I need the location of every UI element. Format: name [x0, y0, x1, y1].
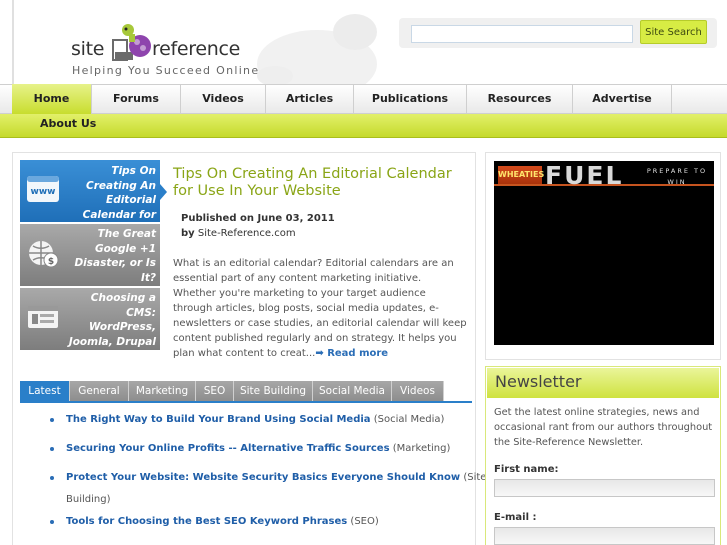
tagline: Helping You Succeed Online	[72, 64, 260, 77]
tab-underline	[20, 401, 472, 403]
ad-tagline-2: WIN	[667, 178, 687, 186]
nav-item-resources[interactable]: Resources	[467, 84, 573, 114]
by-prefix: by	[181, 228, 195, 239]
tab-site-building[interactable]: Site Building	[234, 381, 313, 402]
article-category: Building)	[66, 494, 111, 505]
list-item: Protect Your Website: Website Security B…	[50, 467, 486, 489]
article-link[interactable]: Tools for Choosing the Best SEO Keyword …	[66, 516, 347, 527]
logo-text-site[interactable]: site	[71, 38, 104, 60]
article-title-link[interactable]: Tips On Creating An Editorial Calendar f…	[173, 166, 463, 200]
nav-item-home[interactable]: Home	[12, 84, 92, 114]
header-divider	[12, 0, 14, 84]
article-excerpt-text: What is an editorial calendar? Editorial…	[173, 258, 467, 359]
tab-seo[interactable]: SEO	[196, 381, 234, 402]
article-author: Site-Reference.com	[197, 228, 296, 239]
bullet-icon	[50, 476, 54, 480]
list-item: Tools for Choosing the Best SEO Keyword …	[50, 511, 379, 533]
www-icon: www	[27, 176, 59, 202]
bullet-icon	[50, 520, 54, 524]
nav-item-publications[interactable]: Publications	[354, 84, 467, 114]
email-field[interactable]	[494, 527, 715, 545]
article-link[interactable]: Protect Your Website: Website Security B…	[66, 472, 460, 483]
article-published: Published on June 03, 2011	[181, 213, 335, 224]
article-category: (Marketing)	[392, 443, 451, 454]
article-link[interactable]: The Right Way to Build Your Brand Using …	[66, 414, 371, 425]
nav-item-advertise[interactable]: Advertise	[573, 84, 672, 114]
bullet-icon	[50, 447, 54, 451]
bullet-icon	[50, 418, 54, 422]
sub-nav	[0, 114, 727, 138]
tab-social-media[interactable]: Social Media	[313, 381, 392, 402]
nav-item-forums[interactable]: Forums	[92, 84, 181, 114]
ad-tagline-1: PREPARE TO	[646, 167, 708, 175]
ad-tagline: PREPARE TO WIN	[642, 166, 712, 188]
svg-text:www: www	[31, 187, 56, 197]
featured-item-3[interactable]: Choosing a CMS: WordPress, Joomla, Drupa…	[20, 288, 160, 362]
article-byline: by Site-Reference.com	[181, 228, 296, 239]
article-category: (Social Media)	[373, 414, 445, 425]
nav-item-articles[interactable]: Articles	[266, 84, 354, 114]
tab-latest[interactable]: Latest	[20, 381, 70, 402]
featured-item-text: The Great Google +1 Disaster, or Is It?	[74, 228, 156, 284]
tab-videos[interactable]: Videos	[392, 381, 444, 402]
newsletter-title: Newsletter	[495, 372, 582, 391]
site-search-button[interactable]: Site Search	[640, 20, 707, 44]
first-name-field[interactable]	[494, 479, 715, 497]
published-prefix: Published on	[181, 213, 258, 224]
read-more-label: Read more	[327, 348, 389, 359]
newsletter-description: Get the latest online strategies, news a…	[494, 407, 713, 448]
featured-item-1[interactable]: www Tips On Creating An Editorial Calend…	[20, 160, 160, 250]
featured-pointer-icon	[160, 184, 167, 200]
globe-dollar-icon: $	[29, 241, 59, 268]
list-item-continuation: Building)	[66, 489, 110, 511]
email-label: E-mail :	[494, 512, 537, 523]
article-category: (Site	[463, 472, 487, 483]
article-link[interactable]: Securing Your Online Profits -- Alternat…	[66, 443, 390, 454]
cms-icon	[28, 306, 58, 328]
nav-item-videos[interactable]: Videos	[181, 84, 266, 114]
published-date: June 03, 2011	[257, 213, 335, 224]
featured-item-text: Choosing a CMS: WordPress, Joomla, Drupa…	[68, 292, 156, 362]
search-input[interactable]	[411, 25, 633, 43]
article-excerpt: What is an editorial calendar? Editorial…	[173, 256, 467, 361]
featured-item-2[interactable]: $ The Great Google +1 Disaster, or Is It…	[20, 224, 160, 286]
svg-text:$: $	[48, 257, 54, 267]
article-category: (SEO)	[350, 516, 379, 527]
tab-marketing[interactable]: Marketing	[129, 381, 196, 402]
list-item: Securing Your Online Profits -- Alternat…	[50, 438, 450, 460]
read-more-link[interactable]: ➡ Read more	[315, 348, 388, 359]
list-item: The Right Way to Build Your Brand Using …	[50, 409, 444, 431]
tab-general[interactable]: General	[70, 381, 129, 402]
arrow-right-icon: ➡	[315, 348, 324, 359]
nav-item-about-us[interactable]: About Us	[40, 117, 96, 130]
turtle-logo-icon[interactable]	[111, 20, 153, 62]
ad-headline: FUEL	[545, 161, 624, 190]
ad-brand-logo: WHEATIES	[498, 166, 544, 184]
logo-text-reference[interactable]: reference	[152, 38, 240, 60]
first-name-label: First name:	[494, 464, 559, 475]
